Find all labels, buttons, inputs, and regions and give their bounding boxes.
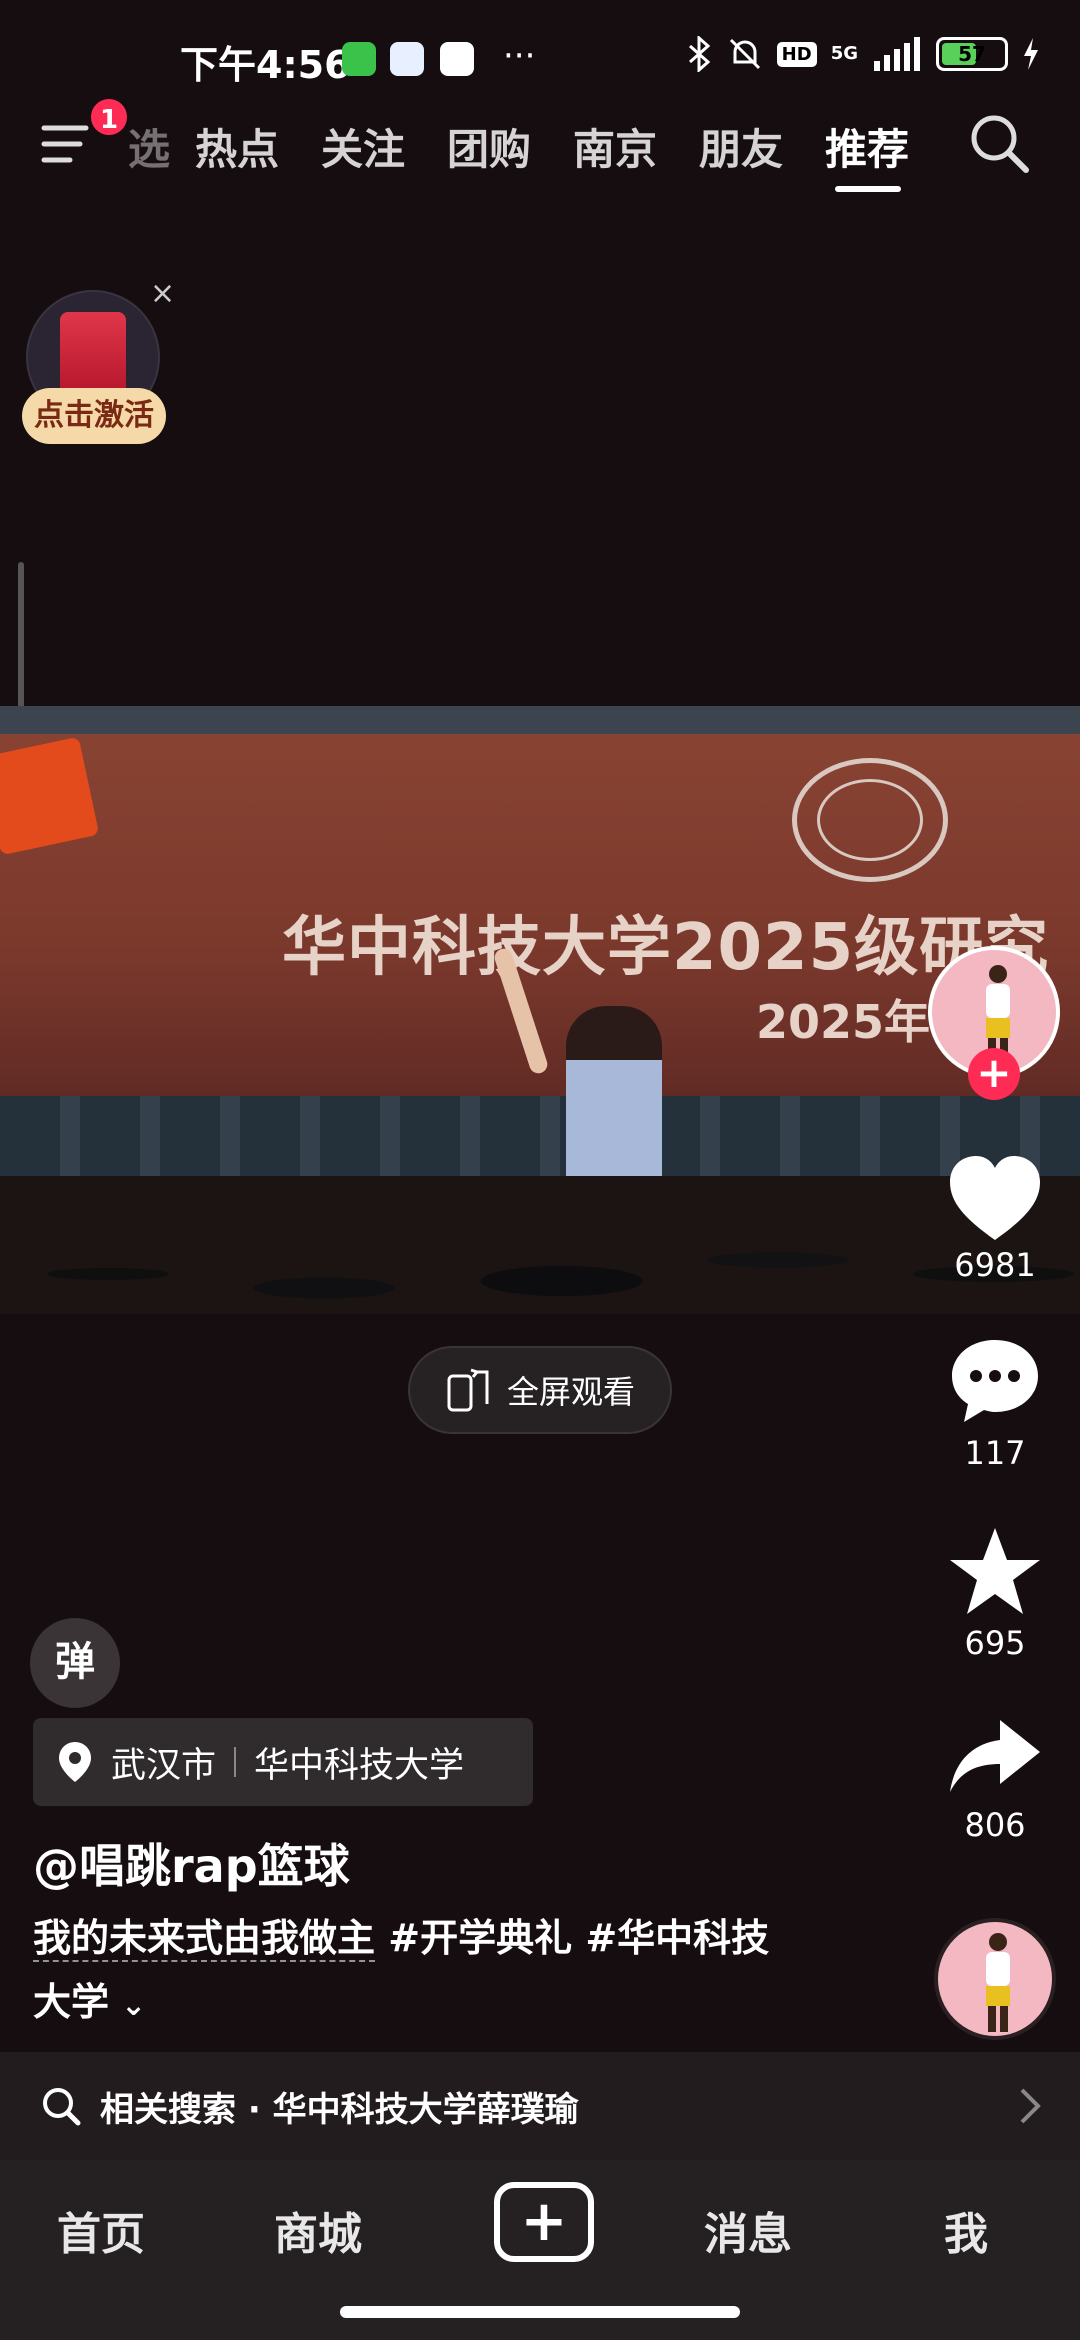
battery-percent: 57 <box>958 42 986 66</box>
related-search-bar[interactable]: 相关搜索 · 华中科技大学薛璞瑜 <box>0 2052 1080 2160</box>
related-search-icon <box>43 2088 81 2126</box>
bluetooth-icon <box>688 36 710 72</box>
tab-following[interactable]: 关注 <box>321 116 405 177</box>
share-icon[interactable] <box>944 1706 1046 1808</box>
tab-friends[interactable]: 朋友 <box>699 116 783 177</box>
audience-crowd <box>0 1176 1080 1314</box>
university-seal <box>792 758 948 882</box>
battery-icon: 57 <box>936 37 1008 71</box>
tab-partial[interactable]: 选 <box>128 116 170 177</box>
tab-group-buy[interactable]: 团购 <box>447 116 531 177</box>
create-post-button[interactable]: + <box>494 2182 594 2262</box>
search-icon[interactable] <box>968 112 1032 176</box>
follow-button[interactable]: + <box>968 1048 1020 1100</box>
nav-mall[interactable]: 商城 <box>274 2198 362 2262</box>
nav-home[interactable]: 首页 <box>57 2198 145 2262</box>
speaker-figure <box>566 1006 662 1186</box>
rotate-screen-icon <box>447 1368 489 1412</box>
nav-me[interactable]: 我 <box>944 2198 988 2262</box>
status-right-cluster: HD 5G 57 <box>687 36 1040 72</box>
related-search-label: 相关搜索 · 华中科技大学薛璞瑜 <box>100 2089 579 2130</box>
hashtag-opening-ceremony[interactable]: #开学典礼 <box>388 1916 572 1960</box>
more-notifications-icon: ··· <box>503 36 536 76</box>
comment-icon[interactable] <box>944 1330 1046 1432</box>
caption-text: 我的未来式由我做主 <box>33 1916 376 1962</box>
video-ceiling <box>0 706 1080 734</box>
chevron-right-icon <box>1020 2088 1041 2124</box>
tab-recommend[interactable]: 推荐 <box>825 116 909 177</box>
like-count: 6981 <box>954 1246 1036 1284</box>
nav-messages[interactable]: 消息 <box>704 2198 792 2262</box>
location-pin-icon <box>59 1742 91 1782</box>
favorite-count: 695 <box>964 1624 1026 1662</box>
expand-caption-icon[interactable]: ⌄ <box>121 1974 146 2038</box>
tab-hot[interactable]: 热点 <box>195 116 279 177</box>
video-player[interactable]: 华中科技大学2025级研究 2025年 <box>0 706 1080 1314</box>
location-city: 武汉市 <box>111 1745 217 1786</box>
fullscreen-label: 全屏观看 <box>506 1373 635 1411</box>
hashtag-hust[interactable]: #华中科技 <box>585 1916 769 1960</box>
danmu-toggle-button[interactable]: 弹 <box>30 1618 120 1708</box>
hashtag-hust-wrap[interactable]: 大学 <box>33 1980 109 2024</box>
post-caption[interactable]: 我的未来式由我做主 #开学典礼 #华中科技 大学 ⌄ <box>33 1906 873 2038</box>
music-disc[interactable] <box>934 1918 1056 2040</box>
menu-notification-badge: 1 <box>88 96 130 138</box>
red-packet-activate-button[interactable]: 点击激活 <box>22 388 166 444</box>
mute-bell-icon <box>729 38 760 70</box>
stage-banner-subtext: 2025年 <box>756 995 931 1049</box>
red-packet-icon <box>60 312 126 396</box>
hd-badge: HD <box>776 41 817 67</box>
network-label: 5G <box>830 43 858 64</box>
home-indicator <box>340 2306 740 2318</box>
share-count: 806 <box>964 1806 1026 1844</box>
wechat-notification-icon <box>342 42 376 76</box>
fullscreen-button[interactable]: 全屏观看 <box>408 1346 672 1434</box>
author-name[interactable]: @唱跳rap篮球 <box>33 1830 350 1896</box>
red-packet-close-button[interactable]: × <box>150 276 175 311</box>
active-tab-indicator <box>835 186 901 192</box>
charging-icon <box>1024 38 1038 70</box>
location-place: 华中科技大学 <box>254 1745 465 1786</box>
status-time: 下午4:56 <box>180 43 351 87</box>
location-chip[interactable]: 武汉市 华中科技大学 <box>33 1718 533 1806</box>
stage-banner-text: 华中科技大学2025级研究 <box>282 911 1050 985</box>
tab-nanjing[interactable]: 南京 <box>573 116 657 177</box>
scroll-indicator <box>18 562 24 720</box>
stage-chairs <box>0 1096 1080 1186</box>
location-separator <box>234 1747 237 1777</box>
signal-icon <box>874 37 920 71</box>
favorite-star-icon[interactable] <box>944 1522 1046 1624</box>
comment-count: 117 <box>964 1434 1026 1472</box>
like-heart-icon[interactable] <box>944 1148 1046 1250</box>
58-app-notification-icon <box>440 42 474 76</box>
music-disc-figure-icon <box>986 1933 1010 2032</box>
cloud-app-notification-icon <box>390 42 424 76</box>
